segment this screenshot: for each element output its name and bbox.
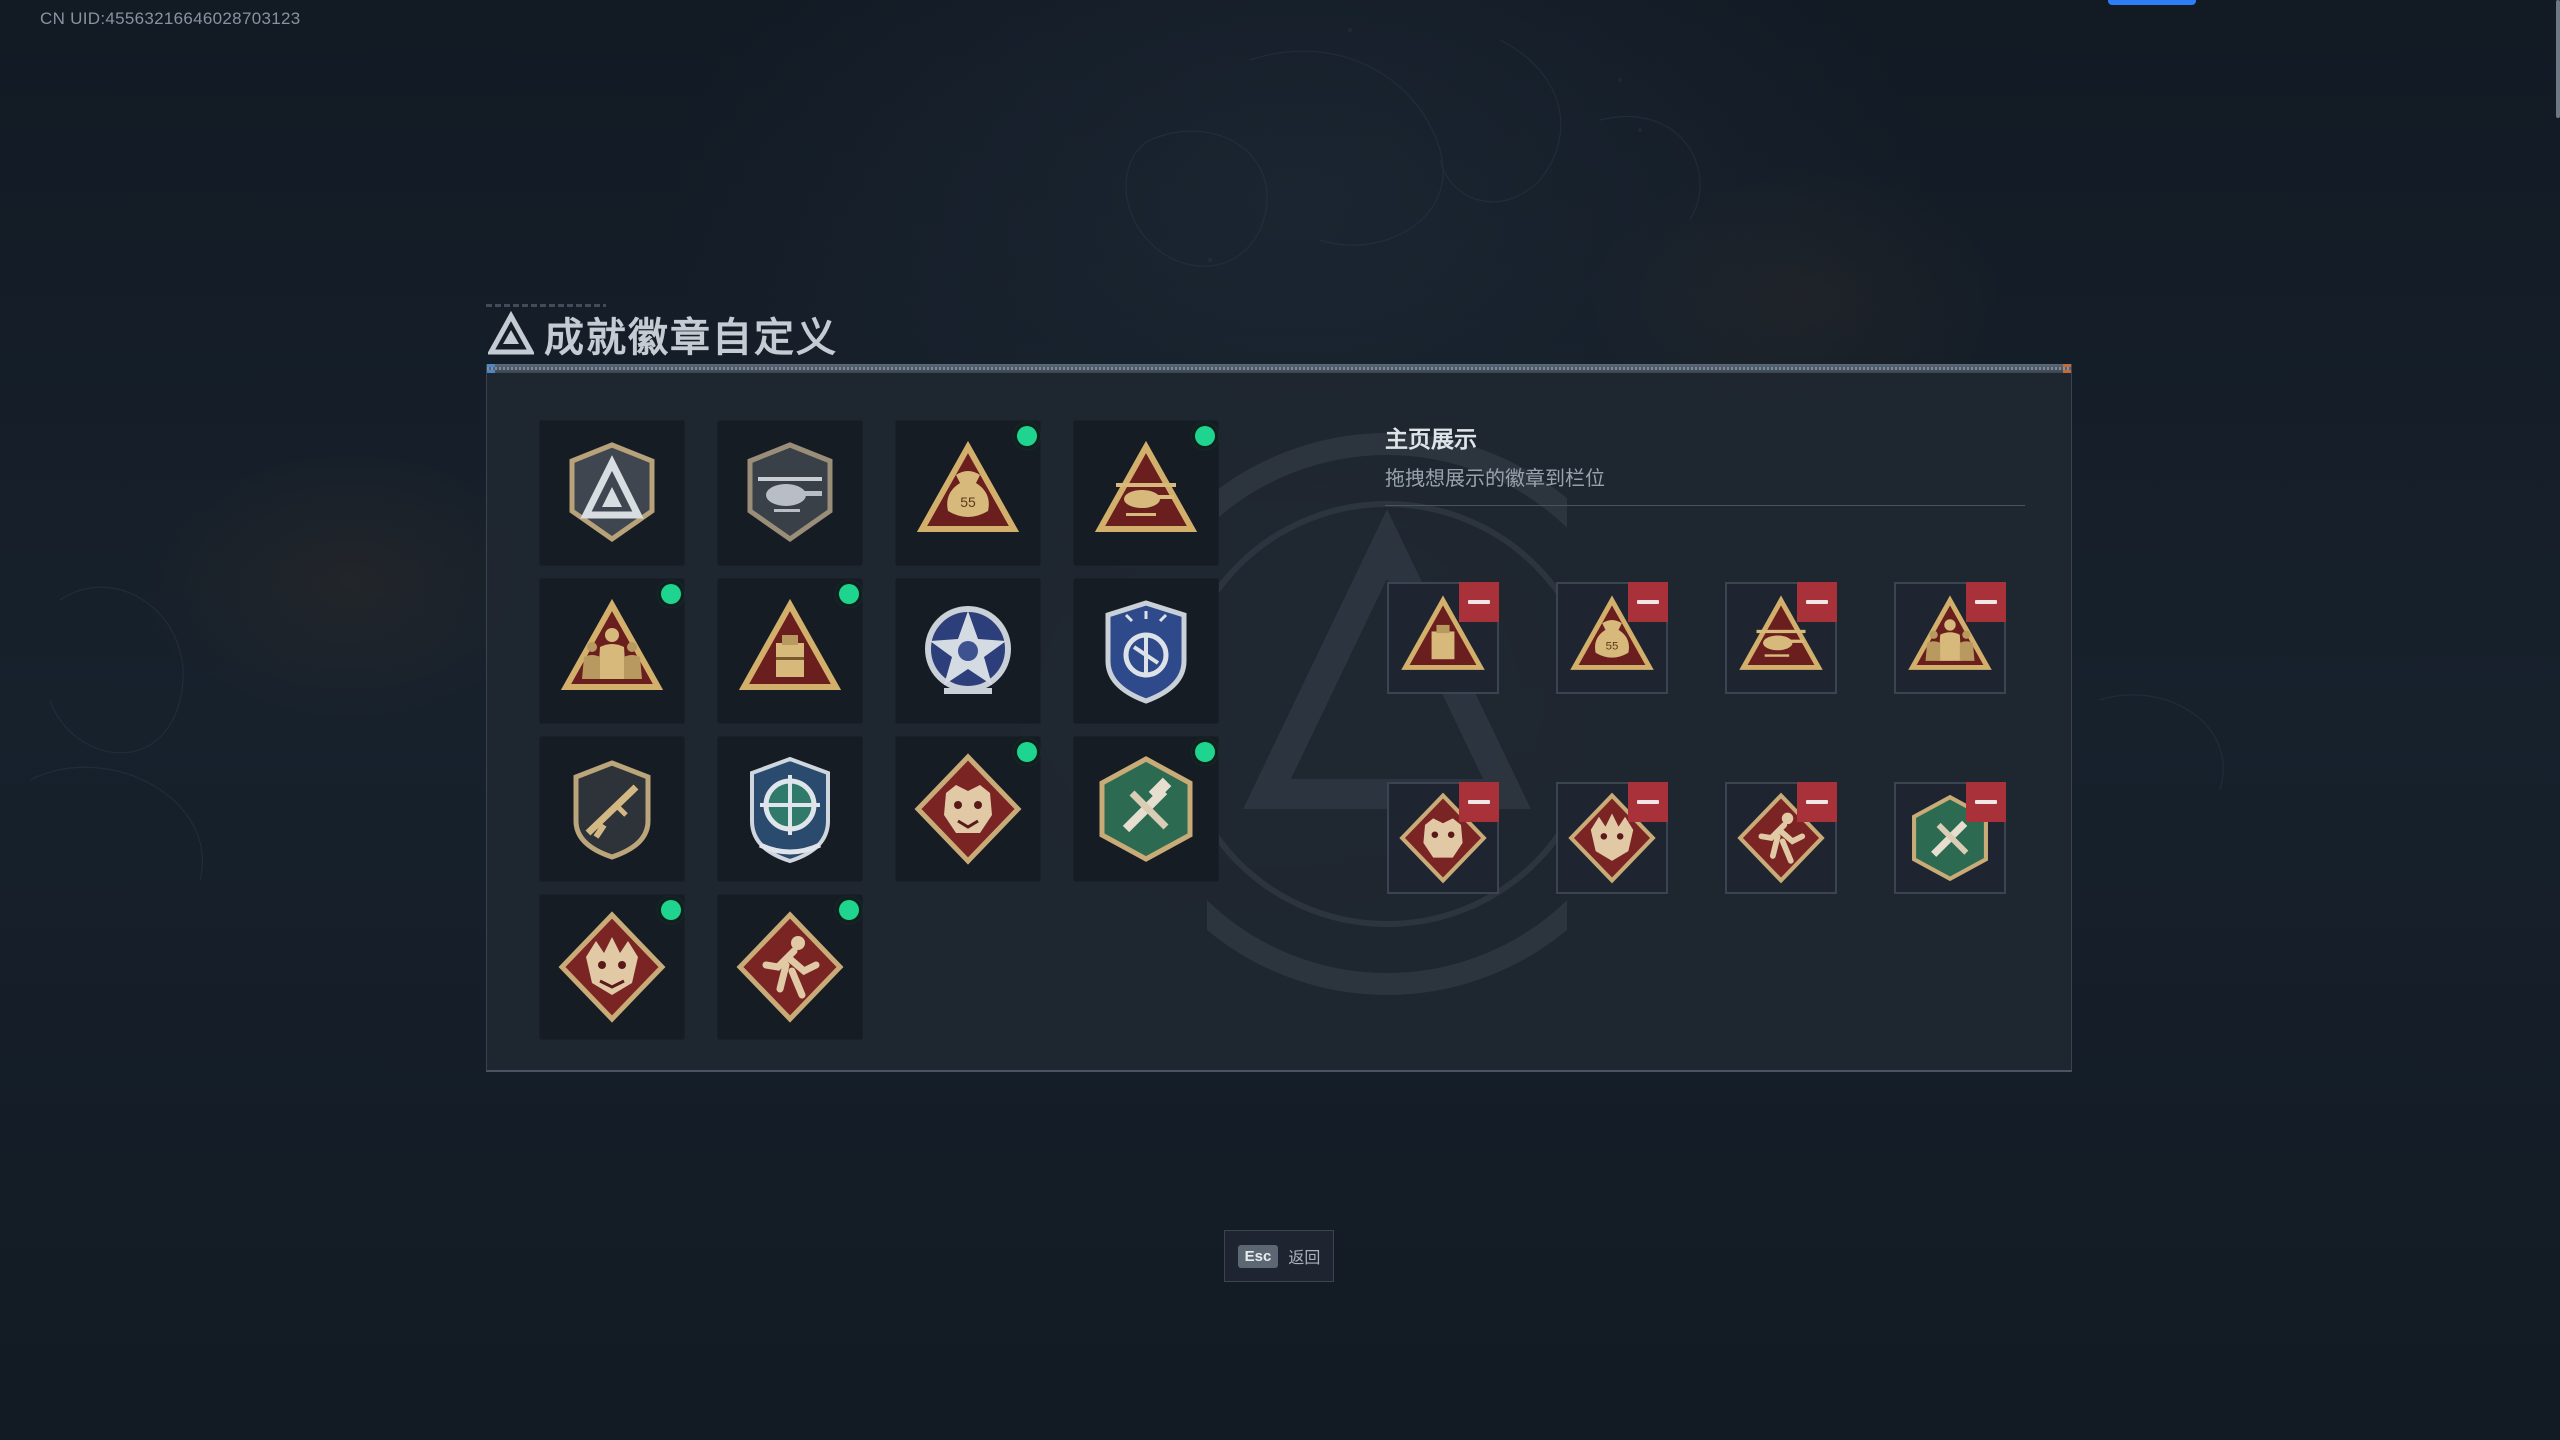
remove-badge-button[interactable] xyxy=(1966,782,2006,822)
emblem-watermark-icon xyxy=(1207,433,1567,995)
badge-slot[interactable]: 55 xyxy=(895,420,1041,566)
esc-key-hint: Esc xyxy=(1237,1244,1279,1268)
new-indicator xyxy=(839,584,859,604)
minus-icon xyxy=(1637,600,1659,604)
new-indicator xyxy=(1017,426,1037,446)
new-indicator xyxy=(1195,742,1215,762)
minus-icon xyxy=(1637,800,1659,804)
minus-icon xyxy=(1468,600,1490,604)
remove-badge-button[interactable] xyxy=(1966,582,2006,622)
display-slot[interactable]: 55 xyxy=(1556,582,1668,694)
page-title: 成就徽章自定义 xyxy=(544,316,838,360)
display-slot[interactable] xyxy=(1387,582,1499,694)
remove-badge-button[interactable] xyxy=(1459,582,1499,622)
display-subtitle: 拖拽想展示的徽章到栏位 xyxy=(1385,468,1605,490)
badge-slot[interactable] xyxy=(895,736,1041,882)
squad-triangle-icon xyxy=(560,598,664,690)
badge-panel: 55 主页展示 拖拽想展示的徽章到栏位 55 xyxy=(486,364,2072,1072)
badge-slot[interactable] xyxy=(1073,420,1219,566)
display-slot[interactable] xyxy=(1387,782,1499,894)
badge-slot[interactable] xyxy=(895,578,1041,724)
minus-icon xyxy=(1468,800,1490,804)
divider xyxy=(1385,505,2025,506)
helicopter-shield-icon xyxy=(747,442,833,543)
display-slot[interactable] xyxy=(1894,582,2006,694)
runner-diamond-icon xyxy=(736,911,844,1023)
badge-slot[interactable] xyxy=(717,420,863,566)
back-button[interactable]: Esc 返回 xyxy=(1224,1230,1334,1282)
page-header: 成就徽章自定义 xyxy=(488,306,838,362)
new-indicator xyxy=(839,900,859,920)
new-indicator xyxy=(661,584,681,604)
remove-badge-button[interactable] xyxy=(1797,582,1837,622)
minus-icon xyxy=(1975,800,1997,804)
silver-star-emblem-icon xyxy=(925,606,1011,694)
badge-grid: 55 xyxy=(539,420,1231,1040)
helicopter-triangle-icon xyxy=(1094,440,1198,532)
badge-slot[interactable] xyxy=(1073,578,1219,724)
remove-badge-button[interactable] xyxy=(1628,782,1668,822)
badge-slot[interactable] xyxy=(539,420,685,566)
badge-slot[interactable] xyxy=(539,736,685,882)
rifle-shield-icon xyxy=(573,760,651,860)
new-indicator xyxy=(661,900,681,920)
panel-top-bar xyxy=(487,364,2071,373)
display-title: 主页展示 xyxy=(1385,426,1477,452)
svg-text:55: 55 xyxy=(1606,640,1619,652)
supply-box-triangle-icon xyxy=(738,598,842,690)
silver-shield-emblem-icon xyxy=(569,442,655,543)
badge-slot[interactable] xyxy=(539,578,685,724)
new-indicator xyxy=(1017,742,1037,762)
remove-badge-button[interactable] xyxy=(1628,582,1668,622)
svg-text:55: 55 xyxy=(960,494,976,510)
green-tools-hexagon-icon xyxy=(1099,756,1193,862)
badge-slot[interactable] xyxy=(717,578,863,724)
display-slot[interactable] xyxy=(1894,782,2006,894)
game-logo-icon xyxy=(488,311,534,355)
badge-slot[interactable] xyxy=(717,736,863,882)
minus-icon xyxy=(1975,600,1997,604)
blue-police-shield-icon xyxy=(1105,600,1187,704)
minus-icon xyxy=(1806,600,1828,604)
minus-icon xyxy=(1806,800,1828,804)
badge-slot[interactable] xyxy=(539,894,685,1040)
top-tab-indicator[interactable] xyxy=(2108,0,2196,5)
money-bag-triangle-icon: 55 xyxy=(916,440,1020,532)
display-slot[interactable] xyxy=(1725,782,1837,894)
remove-badge-button[interactable] xyxy=(1459,782,1499,822)
new-indicator xyxy=(1195,426,1215,446)
remove-badge-button[interactable] xyxy=(1797,782,1837,822)
back-label: 返回 xyxy=(1288,1250,1321,1267)
homepage-display-section: 主页展示 拖拽想展示的徽章到栏位 xyxy=(1385,420,2025,506)
blue-crosshair-emblem-icon xyxy=(750,756,830,864)
dragon-diamond-icon xyxy=(558,911,666,1023)
user-uid: CN UID:4556321664602870312​3 xyxy=(40,9,301,28)
scrollbar[interactable] xyxy=(2556,0,2560,118)
display-slot[interactable] xyxy=(1556,782,1668,894)
badge-slot[interactable] xyxy=(717,894,863,1040)
display-slot[interactable] xyxy=(1725,582,1837,694)
bear-diamond-icon xyxy=(914,753,1022,865)
badge-slot[interactable] xyxy=(1073,736,1219,882)
